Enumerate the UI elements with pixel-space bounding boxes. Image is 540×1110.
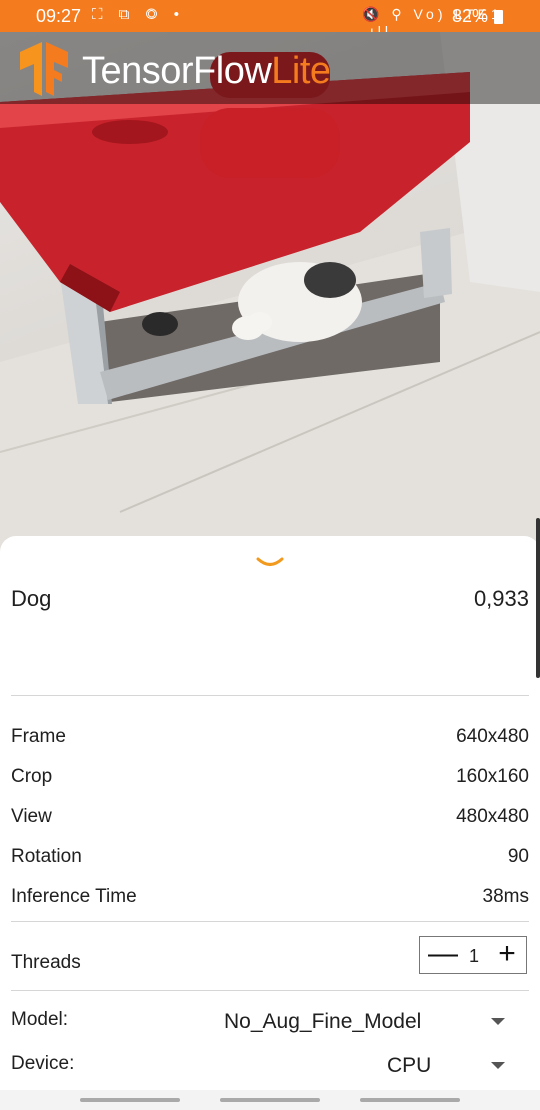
crop-label: Crop	[11, 766, 53, 787]
dropdown-arrow-icon[interactable]	[491, 1062, 505, 1069]
app-title-word: TensorFlow	[82, 50, 272, 92]
plus-icon[interactable]: +	[494, 939, 520, 969]
camera-scene	[0, 32, 540, 552]
app-toolbar: TensorFlowLite	[0, 32, 540, 104]
status-time: 09:27	[36, 6, 82, 26]
model-select[interactable]: No_Aug_Fine_Model	[224, 1010, 421, 1034]
bottom-sheet: Dog 0,933 Frame 640x480 Crop 160x160 Vie…	[0, 536, 540, 1110]
nav-home-button[interactable]	[220, 1098, 320, 1102]
nav-back-button[interactable]	[360, 1098, 460, 1102]
divider	[11, 695, 529, 696]
navigation-bar	[0, 1090, 540, 1110]
frame-label: Frame	[11, 726, 66, 747]
crop-value: 160x160	[456, 766, 529, 787]
notification-icons: ⛶ ⧉ ◎ •	[92, 6, 185, 23]
threads-label: Threads	[11, 952, 81, 973]
device-select[interactable]: CPU	[387, 1054, 431, 1078]
nav-recent-button[interactable]	[80, 1098, 180, 1102]
scroll-indicator	[536, 518, 540, 678]
threads-count: 1	[468, 946, 479, 966]
divider	[11, 990, 529, 991]
app-title-suffix: Lite	[271, 50, 331, 92]
status-bar: 09:27 ⛶ ⧉ ◎ • 🔇 ⚲ Vo) LTE1 .ıll 82%	[0, 0, 540, 39]
dropdown-arrow-icon[interactable]	[491, 1018, 505, 1025]
chevron-down-icon[interactable]	[256, 556, 284, 570]
device-label: Device:	[11, 1053, 75, 1074]
rotation-value: 90	[507, 846, 529, 867]
minus-icon[interactable]: —	[428, 939, 458, 969]
divider	[11, 921, 529, 922]
camera-preview	[0, 32, 540, 552]
battery-icon	[494, 10, 503, 24]
inference-label: Inference Time	[11, 886, 137, 907]
result-label: Dog	[11, 586, 52, 611]
frame-value: 640x480	[456, 726, 529, 747]
app-title: TensorFlowLite	[82, 50, 331, 93]
model-label: Model:	[11, 1009, 69, 1030]
inference-value: 38ms	[482, 886, 529, 907]
view-value: 480x480	[456, 806, 529, 827]
tensorflow-logo-icon	[20, 42, 68, 96]
view-label: View	[11, 806, 52, 827]
rotation-label: Rotation	[11, 846, 82, 867]
result-score: 0,933	[473, 586, 529, 611]
battery-percent: 82%	[452, 6, 489, 26]
threads-stepper: — 1 +	[419, 936, 527, 974]
